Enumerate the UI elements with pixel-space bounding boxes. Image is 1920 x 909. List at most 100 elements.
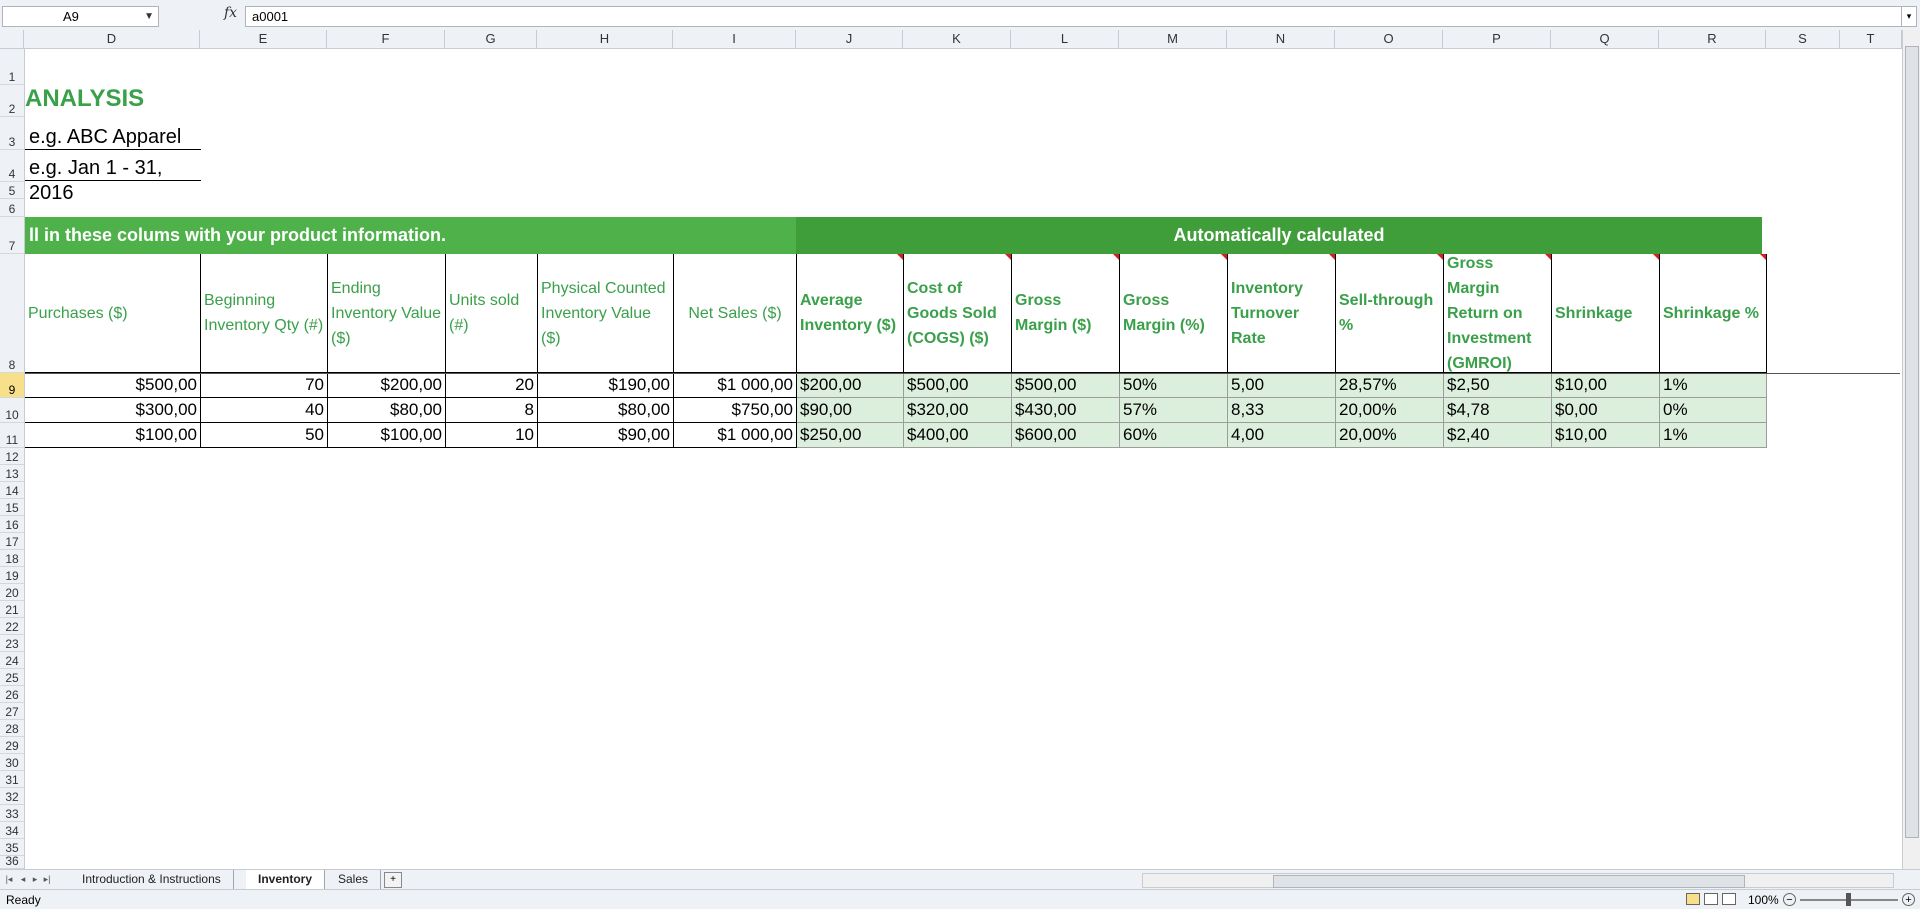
row-header[interactable]: 20	[0, 584, 24, 601]
tab-introduction-instructions[interactable]: Introduction & Instructions	[70, 870, 234, 889]
header-purchases[interactable]: Purchases ($)	[25, 254, 201, 373]
cell-gross-margin-pct[interactable]: 60%	[1120, 423, 1228, 448]
cell-shrinkage-pct[interactable]: 1%	[1660, 373, 1767, 398]
row-header[interactable]: 24	[0, 652, 24, 669]
sheet-nav-next-icon[interactable]: ▸	[30, 872, 40, 886]
header-sell-through[interactable]: Sell-through %	[1336, 254, 1444, 373]
row-header[interactable]: 2	[0, 85, 24, 117]
name-box-dropdown-icon[interactable]: ▼	[144, 7, 154, 26]
page-layout-view-icon[interactable]	[1704, 893, 1718, 905]
cell-shrinkage-pct[interactable]: 1%	[1660, 423, 1767, 448]
row-header[interactable]: 32	[0, 788, 24, 805]
row-header[interactable]: 16	[0, 516, 24, 533]
row-header[interactable]: 5	[0, 182, 24, 199]
column-header-j[interactable]: J	[796, 30, 903, 48]
cell-beginning-qty[interactable]: 70	[201, 373, 328, 398]
column-header-m[interactable]: M	[1119, 30, 1227, 48]
name-box[interactable]: A9 ▼	[2, 6, 159, 27]
cell-gross-margin[interactable]: $430,00	[1012, 398, 1120, 423]
row-header[interactable]: 34	[0, 822, 24, 839]
column-header-q[interactable]: Q	[1551, 30, 1659, 48]
column-header-o[interactable]: O	[1335, 30, 1443, 48]
header-physical-counted-inventory[interactable]: Physical Counted Inventory Value ($)	[538, 254, 674, 373]
row-header[interactable]: 11	[0, 423, 24, 448]
row-header[interactable]: 15	[0, 499, 24, 516]
zoom-in-icon[interactable]: +	[1902, 893, 1915, 906]
zoom-level[interactable]: 100%	[1748, 890, 1779, 909]
row-header[interactable]: 17	[0, 533, 24, 550]
row-header[interactable]: 10	[0, 398, 24, 423]
cell-gross-margin-pct[interactable]: 50%	[1120, 373, 1228, 398]
row-header[interactable]: 36	[0, 854, 24, 869]
formula-bar-expand-icon[interactable]: ▾	[1901, 6, 1917, 27]
row-header[interactable]: 26	[0, 686, 24, 703]
cell-shrinkage-pct[interactable]: 0%	[1660, 398, 1767, 423]
cell-beginning-qty[interactable]: 50	[201, 423, 328, 448]
horizontal-scrollbar[interactable]	[1142, 873, 1894, 888]
row-header[interactable]: 31	[0, 771, 24, 788]
fx-icon[interactable]: fx	[224, 5, 237, 21]
cell-physical-value[interactable]: $190,00	[538, 373, 674, 398]
row-header[interactable]: 27	[0, 703, 24, 720]
header-net-sales[interactable]: Net Sales ($)	[674, 254, 797, 373]
header-inventory-turnover[interactable]: Inventory Turnover Rate	[1228, 254, 1336, 373]
sheet-nav-last-icon[interactable]: ▸|	[42, 872, 52, 886]
cell-sell-through[interactable]: 20,00%	[1336, 423, 1444, 448]
header-beginning-inventory-qty[interactable]: Beginning Inventory Qty (#)	[201, 254, 328, 373]
header-ending-inventory-value[interactable]: Ending Inventory Value ($)	[328, 254, 446, 373]
cell-gross-margin-pct[interactable]: 57%	[1120, 398, 1228, 423]
cell-beginning-qty[interactable]: 40	[201, 398, 328, 423]
row-header[interactable]: 13	[0, 465, 24, 482]
cell-units-sold[interactable]: 20	[446, 373, 538, 398]
formula-input[interactable]: a0001	[245, 6, 1913, 27]
sheet-nav-prev-icon[interactable]: ◂	[18, 872, 28, 886]
vertical-scroll-thumb[interactable]	[1905, 46, 1919, 838]
column-header-i[interactable]: I	[673, 30, 796, 48]
cell-net-sales[interactable]: $750,00	[674, 398, 797, 423]
page-break-view-icon[interactable]	[1722, 893, 1736, 905]
row-header[interactable]: 21	[0, 601, 24, 618]
column-header-h[interactable]: H	[537, 30, 673, 48]
period-cell[interactable]: e.g. Jan 1 - 31, 2016	[25, 156, 201, 204]
cell-shrinkage[interactable]: $10,00	[1552, 423, 1660, 448]
header-gross-margin-pct[interactable]: Gross Margin (%)	[1120, 254, 1228, 373]
cell-gmroi[interactable]: $2,50	[1444, 373, 1552, 398]
row-header[interactable]: 22	[0, 618, 24, 635]
header-shrinkage-pct[interactable]: Shrinkage %	[1660, 254, 1767, 373]
column-header-f[interactable]: F	[327, 30, 445, 48]
column-header-e[interactable]: E	[200, 30, 327, 48]
tab-sales[interactable]: Sales	[326, 870, 382, 889]
row-header[interactable]: 25	[0, 669, 24, 686]
row-header[interactable]: 33	[0, 805, 24, 822]
zoom-slider-thumb[interactable]	[1846, 893, 1851, 906]
cell-physical-value[interactable]: $80,00	[538, 398, 674, 423]
row-header[interactable]: 9	[0, 373, 24, 398]
cell-sell-through[interactable]: 20,00%	[1336, 398, 1444, 423]
cell-grid[interactable]: ANALYSIS e.g. ABC Apparel e.g. Jan 1 - 3…	[25, 49, 1900, 869]
header-cogs[interactable]: Cost of Goods Sold (COGS) ($)	[904, 254, 1012, 373]
cell-ending-value[interactable]: $100,00	[328, 423, 446, 448]
cell-units-sold[interactable]: 8	[446, 398, 538, 423]
header-average-inventory[interactable]: Average Inventory ($)	[797, 254, 904, 373]
cell-gmroi[interactable]: $4,78	[1444, 398, 1552, 423]
cell-purchases[interactable]: $100,00	[25, 423, 201, 448]
vertical-scrollbar[interactable]	[1902, 30, 1920, 869]
cell-purchases[interactable]: $500,00	[25, 373, 201, 398]
row-header[interactable]: 30	[0, 754, 24, 771]
cell-cogs[interactable]: $400,00	[904, 423, 1012, 448]
row-header[interactable]: 1	[0, 49, 24, 85]
input-instructions-banner[interactable]: ll in these colums with your product inf…	[25, 217, 796, 254]
header-gmroi[interactable]: Gross Margin Return on Investment (GMROI…	[1444, 254, 1552, 373]
cell-turnover[interactable]: 5,00	[1228, 373, 1336, 398]
horizontal-scroll-thumb[interactable]	[1273, 875, 1745, 888]
cell-units-sold[interactable]: 10	[446, 423, 538, 448]
cell-physical-value[interactable]: $90,00	[538, 423, 674, 448]
column-header-r[interactable]: R	[1659, 30, 1766, 48]
header-units-sold[interactable]: Units sold (#)	[446, 254, 538, 373]
cell-turnover[interactable]: 8,33	[1228, 398, 1336, 423]
cell-gmroi[interactable]: $2,40	[1444, 423, 1552, 448]
cell-average-inventory[interactable]: $90,00	[797, 398, 904, 423]
row-header[interactable]: 29	[0, 737, 24, 754]
cell-average-inventory[interactable]: $250,00	[797, 423, 904, 448]
cell-net-sales[interactable]: $1 000,00	[674, 373, 797, 398]
